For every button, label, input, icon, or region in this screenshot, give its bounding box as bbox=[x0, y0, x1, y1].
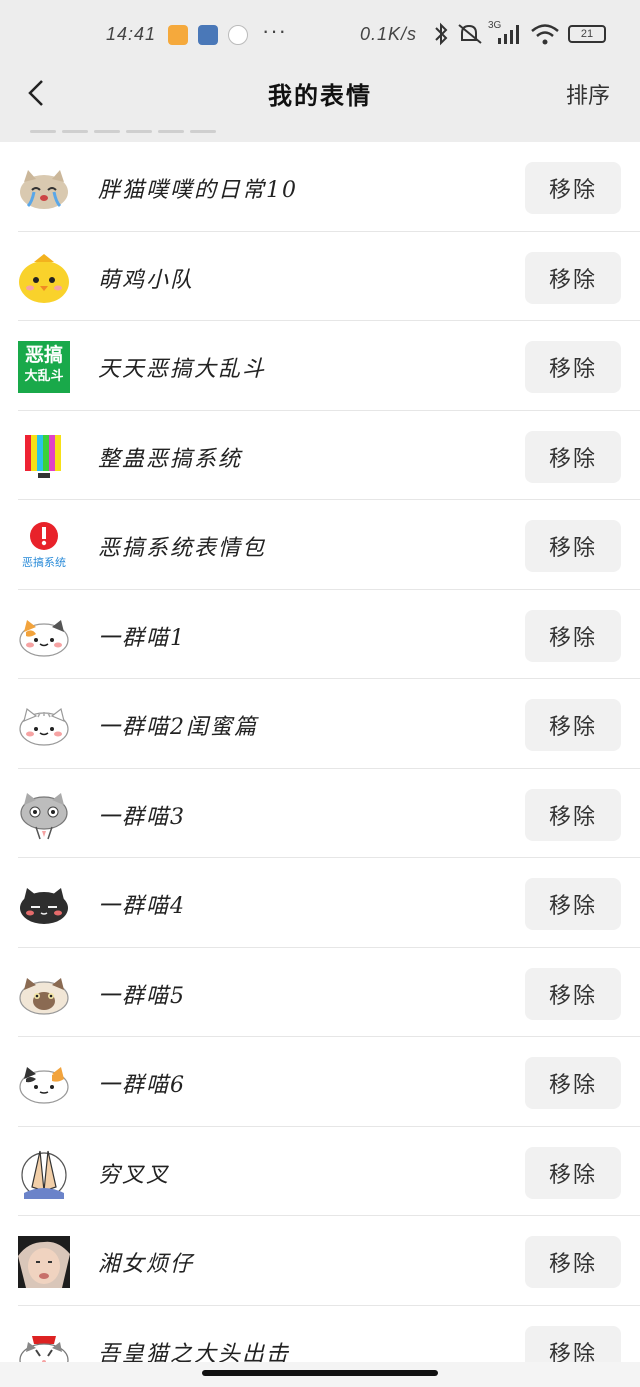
navigation-bar: 我的表情 排序 bbox=[0, 62, 640, 124]
home-indicator[interactable] bbox=[202, 1370, 438, 1376]
page-title: 我的表情 bbox=[268, 83, 372, 110]
list-item[interactable]: 胖猫噗噗的日常10 移除 bbox=[0, 142, 640, 232]
previous-row-peek bbox=[30, 120, 270, 134]
list-item[interactable]: 整蛊恶搞系统 移除 bbox=[0, 411, 640, 500]
app-notification-icon bbox=[228, 25, 248, 45]
pack-name: 湘女烦仔 bbox=[98, 1252, 195, 1277]
list-item[interactable]: 一群喵2闺蜜篇 移除 bbox=[0, 679, 640, 769]
battery-indicator: 21 bbox=[568, 25, 606, 43]
icon-text-bottom: 大乱斗 bbox=[24, 368, 64, 383]
black-cat-icon bbox=[18, 878, 70, 930]
signal-icon bbox=[498, 25, 519, 44]
list-item[interactable]: 湘女烦仔 移除 bbox=[0, 1216, 640, 1306]
remove-button[interactable]: 移除 bbox=[525, 699, 621, 751]
remove-button[interactable]: 移除 bbox=[525, 1325, 621, 1362]
green-text-badge-icon: 恶搞 大乱斗 bbox=[18, 341, 70, 393]
pack-name: 恶搞系统表情包 bbox=[98, 536, 267, 561]
remove-button[interactable]: 移除 bbox=[525, 251, 621, 304]
top-bar: 14:41 ··· 0.1K/s 3G 21 我的表情 排序 bbox=[0, 0, 640, 142]
remove-button[interactable]: 移除 bbox=[525, 162, 621, 214]
status-bar: 14:41 ··· 0.1K/s 3G 21 bbox=[0, 0, 640, 70]
pack-name: 一群喵1 bbox=[98, 625, 186, 651]
pack-name: 一群喵2闺蜜篇 bbox=[98, 715, 258, 740]
spotted-cat-icon bbox=[18, 1057, 70, 1109]
more-notifications-icon: ··· bbox=[262, 18, 287, 43]
remove-button[interactable]: 移除 bbox=[525, 878, 621, 930]
list-item[interactable]: 穷叉叉 移除 bbox=[0, 1127, 640, 1216]
list-item[interactable]: 吾皇猫之大头出击 移除 bbox=[0, 1306, 640, 1363]
bottom-bar bbox=[0, 1362, 640, 1387]
wifi-icon bbox=[531, 24, 559, 45]
list-item[interactable]: 恶搞大乱斗 天天恶搞大乱斗 移除 bbox=[0, 321, 640, 411]
pack-name: 胖猫噗噗的日常10 bbox=[98, 178, 298, 203]
emperor-cat-icon bbox=[18, 1326, 70, 1362]
pack-name: 吾皇猫之大头出击 bbox=[98, 1341, 291, 1363]
yellow-chick-icon bbox=[18, 252, 70, 304]
app-notification-icon bbox=[168, 25, 188, 45]
white-cat-icon bbox=[18, 699, 70, 751]
remove-button[interactable]: 移除 bbox=[525, 1146, 621, 1199]
pack-name: 萌鸡小队 bbox=[98, 267, 195, 293]
network-speed: 0.1K/s bbox=[360, 24, 418, 44]
list-item[interactable]: 一群喵3 移除 bbox=[0, 769, 640, 858]
status-time: 14:41 bbox=[106, 24, 157, 44]
list-item[interactable]: 恶搞系统 恶搞系统表情包 移除 bbox=[0, 500, 640, 590]
color-bars-tv-icon bbox=[18, 431, 70, 483]
red-alert-icon: 恶搞系统 bbox=[18, 520, 70, 572]
crying-cat-icon bbox=[18, 162, 70, 214]
battery-level: 21 bbox=[580, 28, 594, 40]
pack-name: 一群喵5 bbox=[98, 983, 186, 1009]
list-item[interactable]: 萌鸡小队 移除 bbox=[0, 232, 640, 321]
remove-button[interactable]: 移除 bbox=[525, 967, 621, 1020]
remove-button[interactable]: 移除 bbox=[525, 430, 621, 483]
remove-button[interactable]: 移除 bbox=[525, 520, 621, 572]
calico-cat-icon bbox=[18, 610, 70, 662]
list-item[interactable]: 一群喵6 移除 bbox=[0, 1037, 640, 1127]
pack-name: 天天恶搞大乱斗 bbox=[98, 357, 267, 382]
list-item[interactable]: 一群喵4 移除 bbox=[0, 858, 640, 948]
remove-button[interactable]: 移除 bbox=[525, 1057, 621, 1109]
icon-text: 恶搞系统 bbox=[22, 557, 66, 569]
remove-button[interactable]: 移除 bbox=[525, 788, 621, 841]
mute-icon bbox=[458, 24, 482, 44]
icon-text-top: 恶搞 bbox=[24, 345, 63, 366]
pack-name: 一群喵3 bbox=[98, 804, 186, 830]
sort-button[interactable]: 排序 bbox=[566, 78, 610, 110]
photo-face-icon bbox=[18, 1236, 70, 1288]
emoji-pack-list: 胖猫噗噗的日常10 移除 萌鸡小队 移除 恶搞 大乱斗 天天恶搞大乱斗 移除 整蛊恶搞系统 移除恶… bbox=[0, 142, 640, 1362]
pack-name: 一群喵6 bbox=[98, 1073, 186, 1098]
list-item[interactable]: 一群喵1 移除 bbox=[0, 590, 640, 679]
praying-hands-icon bbox=[18, 1147, 70, 1199]
list-item[interactable]: 一群喵5 移除 bbox=[0, 948, 640, 1037]
pack-name: 一群喵4 bbox=[98, 894, 186, 919]
remove-button[interactable]: 移除 bbox=[525, 341, 621, 393]
remove-button[interactable]: 移除 bbox=[525, 1236, 621, 1288]
gray-tabby-cat-icon bbox=[18, 789, 70, 841]
pack-name: 穷叉叉 bbox=[98, 1162, 171, 1188]
remove-button[interactable]: 移除 bbox=[525, 609, 621, 662]
settings-notification-icon bbox=[198, 25, 218, 45]
siamese-cat-icon bbox=[18, 968, 70, 1020]
pack-name: 整蛊恶搞系统 bbox=[98, 446, 243, 472]
bluetooth-icon bbox=[435, 22, 448, 46]
